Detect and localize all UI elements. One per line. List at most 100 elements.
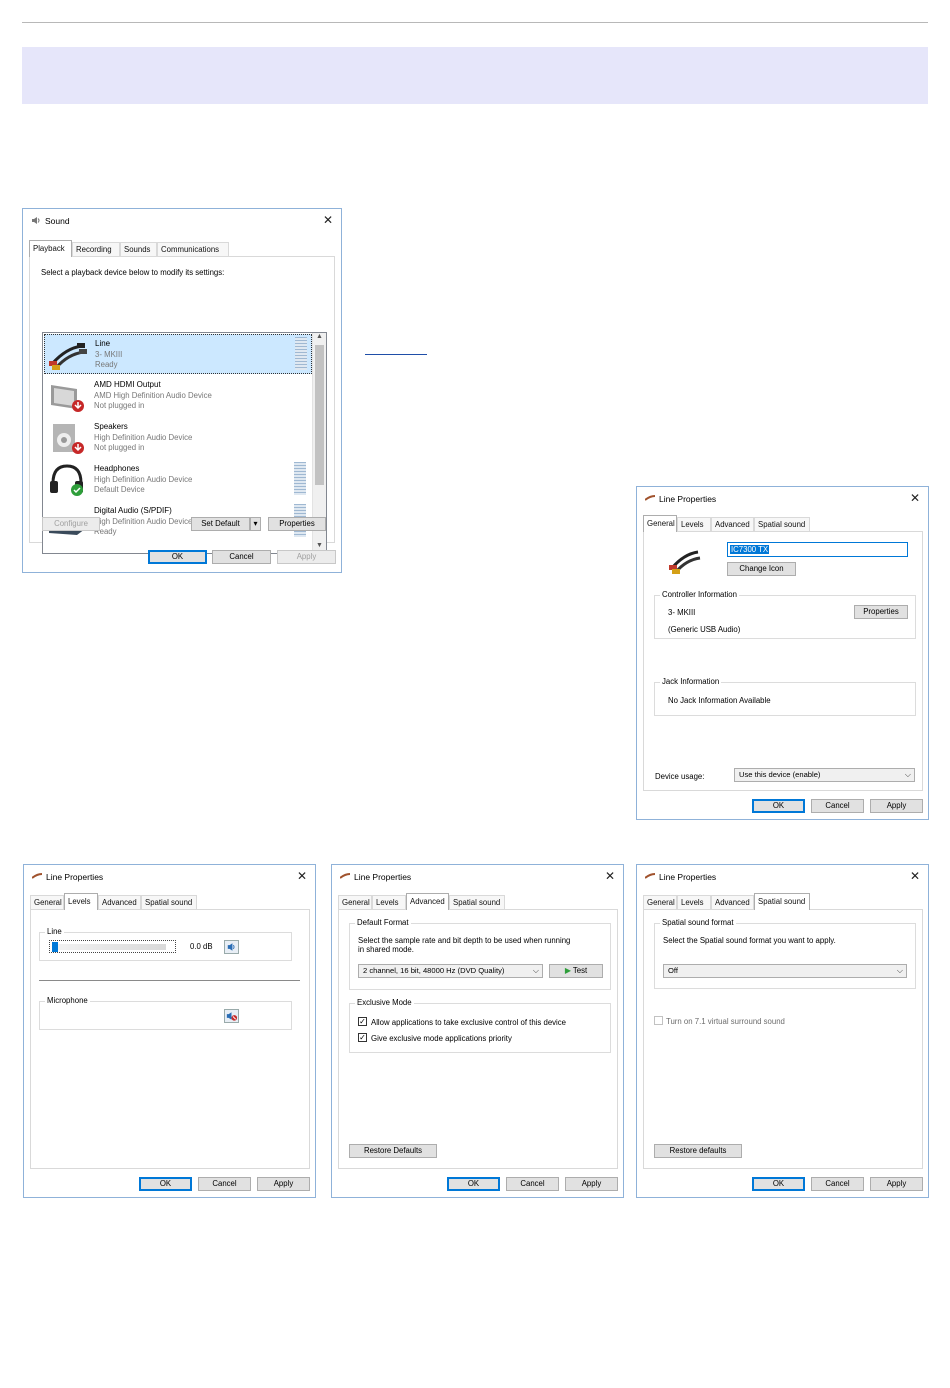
title-bar: Line Properties ✕: [637, 865, 928, 889]
title-bar: Line Properties ✕: [24, 865, 315, 889]
list-item[interactable]: Headphones High Definition Audio Device …: [44, 460, 312, 500]
tab-spatial-sound[interactable]: Spatial sound: [754, 893, 810, 910]
close-icon[interactable]: ✕: [321, 213, 335, 227]
tab-playback[interactable]: Playback: [29, 240, 72, 257]
window-title: Line Properties: [354, 872, 412, 882]
ok-button[interactable]: OK: [752, 799, 805, 813]
device-name-field[interactable]: IC7300 TX: [727, 542, 908, 557]
tab-advanced[interactable]: Advanced: [711, 895, 754, 909]
line-properties-spatial: Line Properties ✕ General Levels Advance…: [636, 864, 929, 1198]
scroll-thumb[interactable]: [315, 345, 324, 485]
properties-button[interactable]: Properties: [268, 517, 326, 531]
tab-general[interactable]: General: [338, 895, 372, 909]
close-icon[interactable]: ✕: [603, 869, 617, 883]
tab-advanced[interactable]: Advanced: [98, 895, 141, 909]
close-icon[interactable]: ✕: [908, 491, 922, 505]
ok-button[interactable]: OK: [752, 1177, 805, 1191]
apply-button[interactable]: Apply: [870, 1177, 923, 1191]
device-detail: 3- MKIII: [95, 350, 123, 359]
device-name: Headphones: [94, 464, 140, 473]
close-icon[interactable]: ✕: [908, 869, 922, 883]
exclusive-control-checkbox[interactable]: ✓: [358, 1017, 367, 1026]
tab-levels[interactable]: Levels: [677, 517, 711, 531]
close-icon[interactable]: ✕: [295, 869, 309, 883]
tab-communications[interactable]: Communications: [157, 242, 229, 256]
tab-spatial-sound[interactable]: Spatial sound: [449, 895, 505, 909]
virtual-surround-checkbox[interactable]: [654, 1016, 663, 1025]
group-label: Spatial sound format: [660, 918, 736, 927]
device-status: Default Device: [94, 485, 145, 494]
cancel-button[interactable]: Cancel: [811, 799, 864, 813]
default-format-select[interactable]: 2 channel, 16 bit, 48000 Hz (DVD Quality…: [358, 964, 543, 978]
sound-dialog: Sound ✕ Playback Recording Sounds Commun…: [22, 208, 342, 573]
group-label: Controller Information: [660, 590, 739, 599]
line-level-value: 0.0 dB: [190, 942, 213, 951]
tab-spatial-sound[interactable]: Spatial sound: [754, 517, 810, 531]
list-item[interactable]: Line 3- MKIII Ready: [44, 334, 312, 374]
spatial-format-select[interactable]: Off ⌵: [663, 964, 907, 978]
device-usage-select[interactable]: Use this device (enable) ⌵: [734, 768, 915, 782]
slider-thumb[interactable]: [52, 942, 58, 952]
line-properties-levels: Line Properties ✕ General Levels Advance…: [23, 864, 316, 1198]
configure-button[interactable]: Configure: [42, 517, 100, 531]
set-default-dropdown[interactable]: ▾: [250, 517, 261, 531]
tab-general[interactable]: General: [643, 515, 677, 532]
apply-button[interactable]: Apply: [257, 1177, 310, 1191]
mute-icon[interactable]: [224, 1009, 239, 1023]
chevron-up-icon[interactable]: ▲: [313, 333, 326, 344]
apply-button[interactable]: Apply: [870, 799, 923, 813]
group-label: Default Format: [355, 918, 411, 927]
group-label: Exclusive Mode: [355, 998, 414, 1007]
ok-button[interactable]: OK: [447, 1177, 500, 1191]
cancel-button[interactable]: Cancel: [811, 1177, 864, 1191]
cancel-button[interactable]: Cancel: [198, 1177, 251, 1191]
line-level-slider[interactable]: [49, 940, 176, 953]
list-item[interactable]: AMD HDMI Output AMD High Definition Audi…: [44, 376, 312, 416]
tab-recording[interactable]: Recording: [72, 242, 120, 256]
device-status: Not plugged in: [94, 401, 145, 410]
tab-general[interactable]: General: [30, 895, 64, 909]
tab-strip: General Levels Advanced Spatial sound: [643, 515, 923, 532]
tab-levels[interactable]: Levels: [64, 893, 98, 910]
line-properties-advanced: Line Properties ✕ General Levels Advance…: [331, 864, 624, 1198]
general-panel: IC7300 TX Change Icon Controller Informa…: [643, 531, 923, 791]
exclusive-priority-checkbox[interactable]: ✓: [358, 1033, 367, 1042]
tab-strip: General Levels Advanced Spatial sound: [643, 893, 923, 910]
microphone-group: Microphone: [39, 996, 292, 1030]
tab-advanced[interactable]: Advanced: [711, 517, 754, 531]
device-usage-value: Use this device (enable): [739, 770, 821, 779]
slider-track: [54, 944, 166, 950]
chevron-down-icon: ⌵: [904, 770, 911, 779]
ok-button[interactable]: OK: [139, 1177, 192, 1191]
apply-button[interactable]: Apply: [277, 550, 336, 564]
tab-strip: Playback Recording Sounds Communications: [29, 240, 329, 257]
chevron-down-icon: ⌵: [896, 966, 903, 975]
controller-properties-button[interactable]: Properties: [854, 605, 908, 619]
apply-button[interactable]: Apply: [565, 1177, 618, 1191]
ok-button[interactable]: OK: [148, 550, 207, 564]
restore-defaults-button[interactable]: Restore Defaults: [349, 1144, 437, 1158]
set-default-button[interactable]: Set Default: [191, 517, 250, 531]
tab-sounds[interactable]: Sounds: [120, 242, 157, 256]
device-name: Line: [95, 339, 111, 348]
default-format-group: Default Format Select the sample rate an…: [349, 918, 611, 990]
test-button[interactable]: ▶ Test: [549, 964, 603, 978]
tab-levels[interactable]: Levels: [372, 895, 406, 909]
tab-levels[interactable]: Levels: [677, 895, 711, 909]
tab-general[interactable]: General: [643, 895, 677, 909]
cancel-button[interactable]: Cancel: [212, 550, 271, 564]
volume-icon[interactable]: [224, 940, 239, 954]
restore-defaults-button[interactable]: Restore defaults: [654, 1144, 742, 1158]
tab-advanced[interactable]: Advanced: [406, 893, 449, 910]
cancel-button[interactable]: Cancel: [506, 1177, 559, 1191]
change-icon-button[interactable]: Change Icon: [727, 562, 796, 576]
list-item[interactable]: Speakers High Definition Audio Device No…: [44, 418, 312, 458]
device-status: Not plugged in: [94, 443, 145, 452]
advanced-panel: Default Format Select the sample rate an…: [338, 909, 618, 1169]
device-name: Speakers: [94, 422, 128, 431]
tab-spatial-sound[interactable]: Spatial sound: [141, 895, 197, 909]
level-meter: [295, 337, 307, 370]
group-label: Line: [45, 927, 64, 936]
format-description: Select the sample rate and bit depth to …: [358, 936, 571, 945]
line-level-group: Line 0.0 dB: [39, 927, 292, 961]
